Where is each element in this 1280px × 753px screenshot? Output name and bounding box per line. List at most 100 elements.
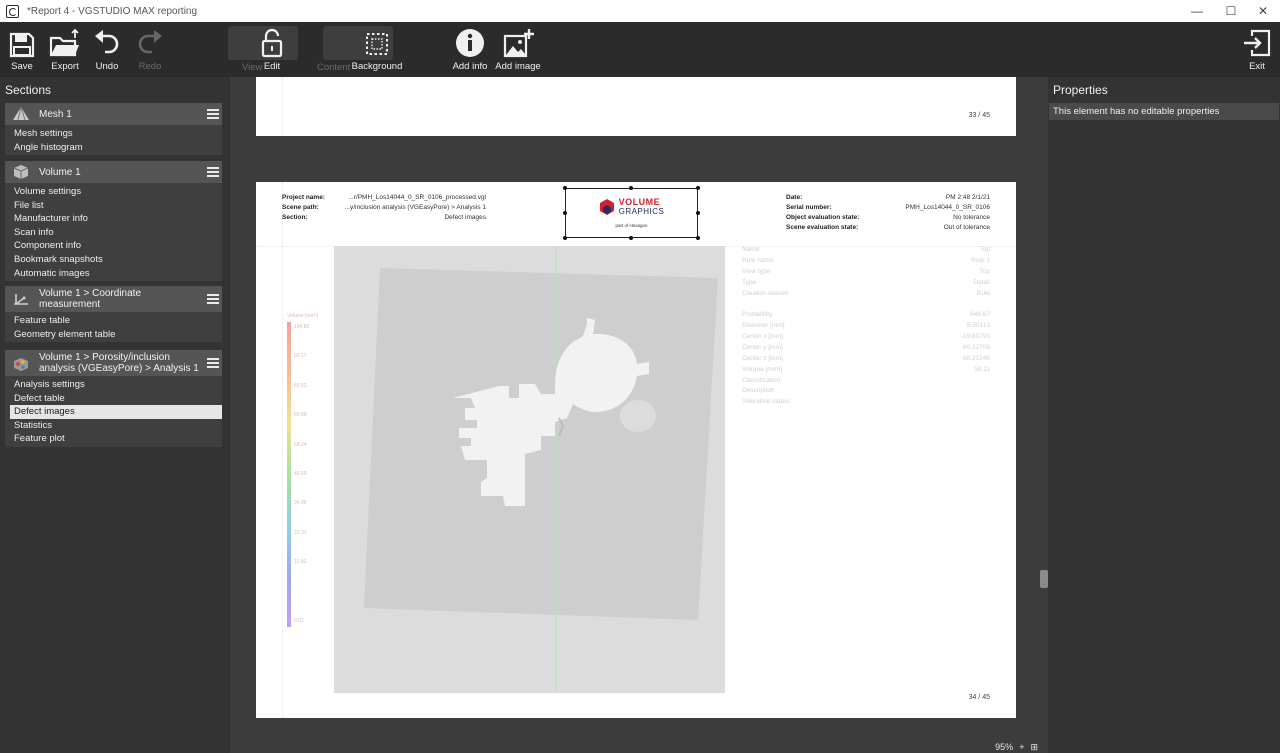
color-scale-bar [287, 322, 291, 627]
zoom-level[interactable]: 95% [995, 742, 1013, 752]
report-page-33[interactable]: 33 / 45 [256, 77, 1016, 136]
object-evaluation-value: No tolerance [953, 214, 990, 221]
canvas-scrollbar-thumb[interactable] [1040, 570, 1048, 588]
folder-export-icon [49, 28, 79, 57]
logo-tagline: part of Hexagon [615, 223, 648, 228]
property-value: 58.11 [974, 366, 990, 373]
color-scale-tick: 104.82 [294, 324, 310, 330]
content-mode-label[interactable]: Content [317, 62, 350, 73]
close-button[interactable]: ✕ [1246, 0, 1280, 22]
section-group-header[interactable]: Volume 1 > Porosity/inclusion analysis (… [5, 350, 222, 376]
page-number: 33 / 45 [968, 112, 990, 119]
dashed-selection-icon [366, 33, 388, 55]
hamburger-menu-icon[interactable] [207, 294, 219, 304]
property-label: Classification [742, 377, 781, 384]
property-label: Probability [742, 311, 773, 318]
scene-evaluation-label: Scene evaluation state: [786, 224, 859, 231]
defect-image[interactable] [334, 246, 725, 693]
section-item-file-list[interactable]: File list [5, 199, 222, 213]
serial-number-label: Serial number: [786, 204, 832, 211]
section-group-coordinate-measurement: Volume 1 > Coordinate measurement Featur… [5, 286, 222, 343]
exit-door-icon [1244, 29, 1271, 57]
section-label: Section: [282, 214, 308, 221]
export-label: Export [51, 61, 79, 72]
color-scale-tick: 58.24 [294, 442, 307, 448]
exit-label: Exit [1249, 61, 1265, 72]
add-info-label: Add info [452, 61, 488, 72]
section-item-defect-images[interactable]: Defect images [10, 405, 222, 419]
minimize-button[interactable]: — [1180, 0, 1214, 22]
section-item-statistics[interactable]: Statistics [5, 419, 222, 433]
property-label: Center y [mm] [742, 344, 783, 351]
section-group-header[interactable]: Mesh 1 [5, 103, 222, 125]
property-label: Tolerance status [742, 398, 790, 405]
section-item-feature-plot[interactable]: Feature plot [5, 432, 222, 446]
coordinate-measurement-icon [10, 290, 32, 308]
property-value: -98.21245 [960, 355, 990, 362]
section-item-analysis-settings[interactable]: Analysis settings [5, 378, 222, 392]
hamburger-menu-icon[interactable] [207, 358, 219, 368]
add-info-button[interactable]: Add info [452, 22, 488, 77]
property-value: 80.22709 [962, 344, 990, 351]
undo-button[interactable]: Undo [93, 22, 121, 77]
report-page-34[interactable]: Project name: ...r/PMH_Los14044_0_SR_010… [256, 182, 1016, 718]
section-item-volume-settings[interactable]: Volume settings [5, 185, 222, 199]
company-logo[interactable]: VOLUME GRAPHICS part of Hexagon [563, 186, 700, 240]
section-item-feature-table[interactable]: Feature table [5, 314, 222, 328]
color-scale-tick: 81.53 [294, 383, 307, 389]
edit-mode-button[interactable]: Edit [261, 22, 283, 77]
section-group-porosity-analysis: Volume 1 > Porosity/inclusion analysis (… [5, 350, 222, 447]
serial-number-value: PMH_Los14044_0_SR_0106 [905, 204, 990, 211]
redo-button[interactable]: Redo [136, 22, 164, 77]
property-value: 8.50113 [966, 322, 990, 329]
zoom-controls: 95% + ⊞ [995, 741, 1038, 753]
section-group-volume: Volume 1 Volume settings File list Manuf… [5, 161, 222, 282]
fit-page-icon[interactable]: ⊞ [1030, 742, 1038, 753]
color-scale-tick: 69.89 [294, 412, 307, 418]
view-mode-label[interactable]: View [242, 62, 262, 73]
hamburger-menu-icon[interactable] [207, 109, 219, 119]
section-item-component-info[interactable]: Component info [5, 239, 222, 253]
sections-title: Sections [5, 83, 52, 97]
exit-button[interactable]: Exit [1242, 22, 1272, 77]
section-item-bookmark-snapshots[interactable]: Bookmark snapshots [5, 253, 222, 267]
unlocked-padlock-icon [261, 28, 283, 58]
scene-evaluation-value: Out of tolerance [943, 224, 990, 231]
porosity-analysis-icon [10, 354, 32, 372]
section-group-header[interactable]: Volume 1 > Coordinate measurement [5, 286, 222, 312]
add-image-button[interactable]: Add image [495, 22, 541, 77]
background-label: Background [351, 61, 403, 72]
property-label: Center z [mm] [742, 355, 783, 362]
section-item-angle-histogram[interactable]: Angle histogram [5, 141, 222, 155]
property-label: Volume [mm³] [742, 366, 783, 373]
background-mode-button[interactable]: Background [352, 22, 402, 77]
export-button[interactable]: Export [48, 22, 82, 77]
section-group-mesh: Mesh 1 Mesh settings Angle histogram [5, 103, 222, 156]
title-bar: *Report 4 - VGSTUDIO MAX reporting — ☐ ✕ [0, 0, 1280, 22]
add-image-icon [503, 29, 534, 58]
property-value: Rule 1 [971, 257, 990, 264]
zoom-in-button[interactable]: + [1019, 742, 1024, 752]
section-group-title: Volume 1 > Coordinate measurement [39, 288, 142, 310]
section-item-geometry-element-table[interactable]: Geometry element table [5, 328, 222, 342]
section-group-title: Mesh 1 [39, 108, 72, 120]
undo-arrow-icon [95, 30, 119, 54]
save-button[interactable]: Save [6, 22, 38, 77]
section-group-header[interactable]: Volume 1 [5, 161, 222, 183]
redo-arrow-icon [138, 30, 162, 54]
app-logo-icon [6, 4, 19, 18]
color-scale-tick: 93.17 [294, 353, 307, 359]
section-item-automatic-images[interactable]: Automatic images [5, 267, 222, 281]
section-item-manufacturer-info[interactable]: Manufacturer info [5, 212, 222, 226]
hamburger-menu-icon[interactable] [207, 167, 219, 177]
report-canvas[interactable]: 33 / 45 Project name: ...r/PMH_Los14044_… [232, 77, 1048, 753]
section-item-defect-table[interactable]: Defect table [5, 392, 222, 406]
maximize-button[interactable]: ☐ [1214, 0, 1248, 22]
properties-message: This element has no editable properties [1049, 103, 1279, 120]
edit-label: Edit [263, 61, 281, 72]
section-item-mesh-settings[interactable]: Mesh settings [5, 127, 222, 141]
section-item-scan-info[interactable]: Scan info [5, 226, 222, 240]
scene-path-value: ...y/inclusion analysis (VGEasyPore) > A… [344, 204, 486, 211]
property-label: Name [742, 246, 760, 253]
color-scale-tick: 34.95 [294, 500, 307, 506]
